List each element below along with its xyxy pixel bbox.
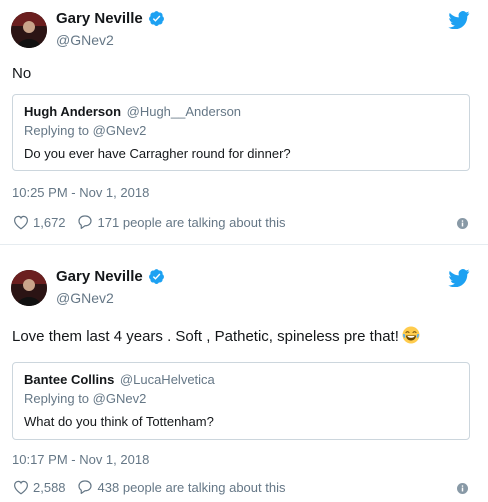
tweet-text: No (12, 65, 32, 82)
heart-icon[interactable] (12, 213, 30, 231)
reply-icon[interactable] (76, 213, 94, 231)
heart-icon[interactable] (12, 478, 30, 496)
replying-to: Replying to @GNev2 (24, 391, 147, 406)
author-handle[interactable]: @GNev2 (56, 32, 114, 48)
talking-count[interactable]: 171 people are talking about this (98, 215, 286, 230)
tweet-card[interactable]: Gary Neville @GNev2 No Hugh Anderson @Hu… (0, 0, 488, 244)
quoted-tweet[interactable]: Bantee Collins @LucaHelvetica Replying t… (12, 362, 470, 440)
author-name[interactable]: Gary Neville (56, 268, 143, 285)
tweet-card[interactable]: Gary Neville @GNev2 Love them last 4 yea… (0, 258, 488, 502)
tweet-text-body: Love them last 4 years . Soft , Pathetic… (12, 328, 399, 345)
like-count[interactable]: 1,672 (33, 215, 66, 230)
verified-badge-icon (148, 269, 164, 284)
avatar[interactable] (11, 12, 47, 48)
timestamp[interactable]: 10:17 PM - Nov 1, 2018 (12, 452, 149, 467)
talking-count[interactable]: 438 people are talking about this (98, 480, 286, 495)
quoted-author-handle: @LucaHelvetica (119, 372, 215, 387)
info-icon[interactable] (457, 483, 468, 494)
quoted-author-name: Bantee Collins (24, 372, 115, 387)
quoted-author-handle: @Hugh__Anderson (126, 104, 242, 119)
divider (0, 244, 488, 258)
twitter-bird-icon[interactable] (448, 269, 470, 287)
tweet-actions: 1,672 171 people are talking about this (12, 213, 285, 231)
laughing-tears-emoji-icon (402, 326, 420, 344)
quoted-text: Do you ever have Carragher round for din… (24, 146, 291, 161)
twitter-bird-icon[interactable] (448, 11, 470, 29)
author-handle[interactable]: @GNev2 (56, 290, 114, 306)
quoted-text: What do you think of Tottenham? (24, 414, 214, 429)
replying-to: Replying to @GNev2 (24, 123, 147, 138)
author-name[interactable]: Gary Neville (56, 10, 143, 27)
tweet-text: Love them last 4 years . Soft , Pathetic… (12, 326, 420, 347)
info-icon[interactable] (457, 218, 468, 229)
tweet-actions: 2,588 438 people are talking about this (12, 478, 285, 496)
reply-icon[interactable] (76, 478, 94, 496)
avatar[interactable] (11, 270, 47, 306)
verified-badge-icon (148, 11, 164, 26)
like-count[interactable]: 2,588 (33, 480, 66, 495)
timestamp[interactable]: 10:25 PM - Nov 1, 2018 (12, 185, 149, 200)
quoted-author-name: Hugh Anderson (24, 104, 122, 119)
quoted-tweet[interactable]: Hugh Anderson @Hugh__Anderson Replying t… (12, 94, 470, 171)
